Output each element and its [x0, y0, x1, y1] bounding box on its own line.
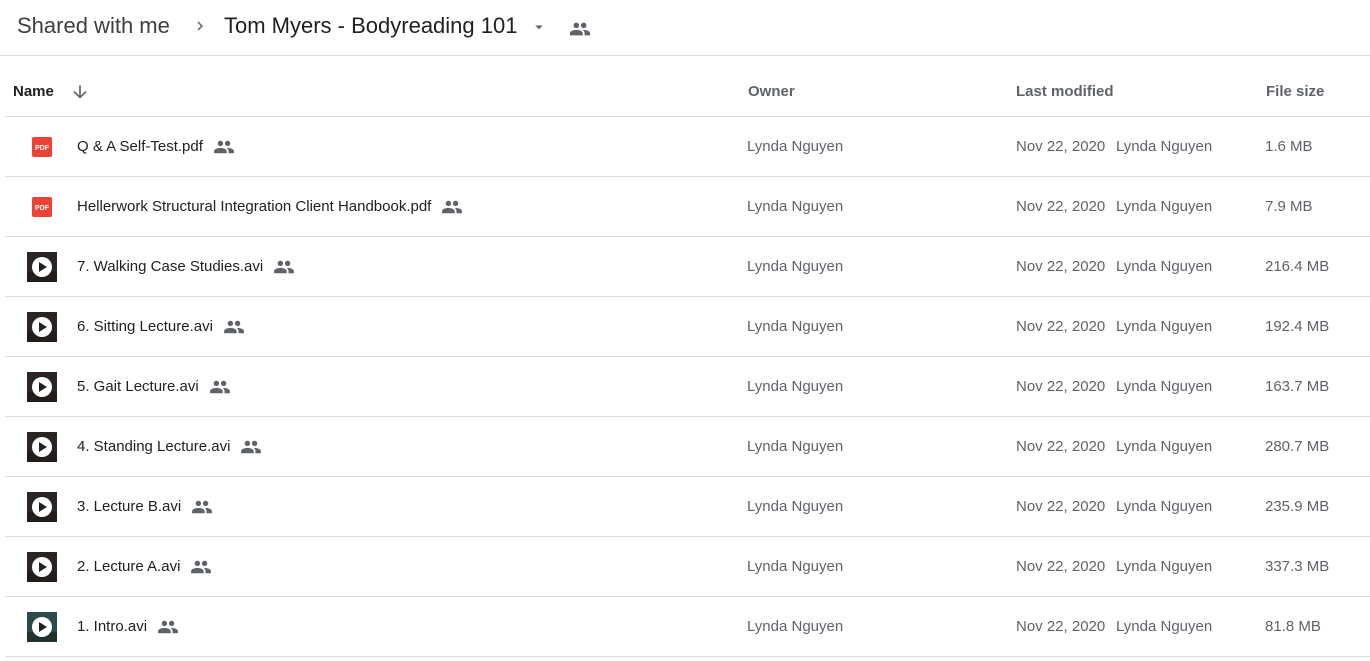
file-name: 4. Standing Lecture.avi [77, 438, 231, 455]
file-modified-date: Nov 22, 2020 [1016, 498, 1106, 515]
file-name-cell: 3. Lecture B.avi [77, 497, 213, 517]
svg-text:PDF: PDF [35, 205, 50, 212]
file-owner: Lynda Nguyen [747, 498, 844, 515]
file-owner: Lynda Nguyen [747, 258, 844, 275]
file-modified-date: Nov 22, 2020 [1016, 558, 1106, 575]
shared-people-icon [191, 560, 212, 574]
file-name-cell: 5. Gait Lecture.avi [77, 377, 231, 397]
file-name: 3. Lecture B.avi [77, 498, 182, 515]
file-owner: Lynda Nguyen [747, 138, 844, 155]
file-row[interactable]: 7. Walking Case Studies.avi Lynda Nguyen N… [5, 237, 1370, 297]
file-row[interactable]: 6. Sitting Lecture.avi Lynda Nguyen Nov 22… [5, 297, 1370, 357]
svg-text:PDF: PDF [35, 145, 50, 152]
file-modified-by: Lynda Nguyen [1116, 138, 1213, 155]
file-modified-by: Lynda Nguyen [1116, 438, 1213, 455]
file-name: 2. Lecture A.avi [77, 558, 181, 575]
breadcrumb-current-folder[interactable]: Tom Myers - Bodyreading 101 [224, 12, 517, 40]
file-name: Q & A Self-Test.pdf [77, 138, 203, 155]
file-modified-date: Nov 22, 2020 [1016, 378, 1106, 395]
shared-people-icon [214, 140, 234, 154]
file-modified-by: Lynda Nguyen [1116, 378, 1213, 395]
file-size: 216.4 MB [1265, 258, 1330, 275]
file-name-cell: Q & A Self-Test.pdf [77, 137, 235, 157]
file-row[interactable]: 3. Lecture B.avi Lynda Nguyen Nov 22, 2020… [5, 477, 1370, 537]
file-modified-by: Lynda Nguyen [1116, 618, 1213, 635]
video-thumbnail-icon [27, 252, 57, 282]
arrow-down-icon[interactable] [70, 82, 90, 102]
column-header-last-modified[interactable]: Last modified [1016, 82, 1114, 102]
file-modified-date: Nov 22, 2020 [1016, 618, 1106, 635]
file-list: PDF Q & A Self-Test.pdf Lynda Nguyen Nov 22… [5, 117, 1370, 657]
column-header-row: Name Owner Last modified File size [5, 57, 1370, 117]
file-name-cell: Hellerwork Structural Integration Client… [77, 197, 463, 217]
file-size: 337.3 MB [1265, 558, 1330, 575]
shared-people-icon [158, 620, 178, 634]
file-name: Hellerwork Structural Integration Client… [77, 198, 432, 215]
file-modified-by: Lynda Nguyen [1116, 558, 1213, 575]
file-row[interactable]: 4. Standing Lecture.avi Lynda Nguyen Nov 2… [5, 417, 1370, 477]
file-name: 6. Sitting Lecture.avi [77, 318, 213, 335]
column-header-owner[interactable]: Owner [748, 82, 795, 102]
file-name: 1. Intro.avi [77, 618, 148, 635]
file-name: 5. Gait Lecture.avi [77, 378, 199, 395]
shared-people-icon [569, 22, 591, 36]
file-owner: Lynda Nguyen [747, 438, 844, 455]
shared-people-icon [442, 200, 463, 214]
file-row[interactable]: 2. Lecture A.avi Lynda Nguyen Nov 22, 2020… [5, 537, 1370, 597]
file-owner: Lynda Nguyen [747, 378, 844, 395]
file-row[interactable]: PDF Q & A Self-Test.pdf Lynda Nguyen Nov 22… [5, 117, 1370, 177]
video-thumbnail-icon [27, 612, 57, 642]
file-owner: Lynda Nguyen [747, 318, 844, 335]
column-header-name[interactable]: Name [13, 82, 54, 102]
shared-people-icon [209, 380, 230, 394]
shared-people-icon [224, 320, 244, 334]
file-owner: Lynda Nguyen [747, 558, 844, 575]
file-owner: Lynda Nguyen [747, 198, 844, 215]
file-size: 1.6 MB [1265, 138, 1313, 155]
video-thumbnail-icon [27, 372, 57, 402]
chevron-right-icon [197, 21, 203, 31]
file-modified-date: Nov 22, 2020 [1016, 258, 1106, 275]
file-row[interactable]: 5. Gait Lecture.avi Lynda Nguyen Nov 22, 2… [5, 357, 1370, 417]
file-modified-date: Nov 22, 2020 [1016, 138, 1106, 155]
column-header-file-size[interactable]: File size [1266, 82, 1324, 102]
dropdown-arrow-icon[interactable] [530, 18, 548, 36]
shared-people-icon [241, 440, 262, 454]
video-thumbnail-icon [27, 312, 57, 342]
file-modified-by: Lynda Nguyen [1116, 318, 1213, 335]
file-name-cell: 2. Lecture A.avi [77, 557, 212, 577]
file-size: 235.9 MB [1265, 498, 1330, 515]
file-size: 7.9 MB [1265, 198, 1313, 215]
file-size: 280.7 MB [1265, 438, 1330, 455]
file-modified-by: Lynda Nguyen [1116, 258, 1213, 275]
file-name-cell: 4. Standing Lecture.avi [77, 437, 262, 457]
file-modified-by: Lynda Nguyen [1116, 198, 1213, 215]
pdf-icon: PDF [32, 137, 52, 157]
file-size: 163.7 MB [1265, 378, 1330, 395]
pdf-icon: PDF [32, 197, 52, 217]
file-size: 192.4 MB [1265, 318, 1330, 335]
video-thumbnail-icon [27, 552, 57, 582]
video-thumbnail-icon [27, 492, 57, 522]
shared-people-icon [192, 500, 213, 514]
file-owner: Lynda Nguyen [747, 618, 844, 635]
file-modified-date: Nov 22, 2020 [1016, 198, 1106, 215]
file-row[interactable]: PDF Hellerwork Structural Integration Cli… [5, 177, 1370, 237]
breadcrumb-shared-with-me[interactable]: Shared with me [17, 12, 170, 40]
video-thumbnail-icon [27, 432, 57, 462]
file-modified-by: Lynda Nguyen [1116, 498, 1213, 515]
file-name-cell: 7. Walking Case Studies.avi [77, 257, 295, 277]
breadcrumb-bar: Shared with me Tom Myers - Bodyreading 1… [0, 0, 1370, 56]
file-name-cell: 1. Intro.avi [77, 617, 179, 637]
file-name: 7. Walking Case Studies.avi [77, 258, 264, 275]
file-name-cell: 6. Sitting Lecture.avi [77, 317, 245, 337]
file-modified-date: Nov 22, 2020 [1016, 438, 1106, 455]
file-row[interactable]: 1. Intro.avi Lynda Nguyen Nov 22, 2020 Lynd… [5, 597, 1370, 657]
file-size: 81.8 MB [1265, 618, 1321, 635]
shared-people-icon [274, 260, 295, 274]
file-modified-date: Nov 22, 2020 [1016, 318, 1106, 335]
